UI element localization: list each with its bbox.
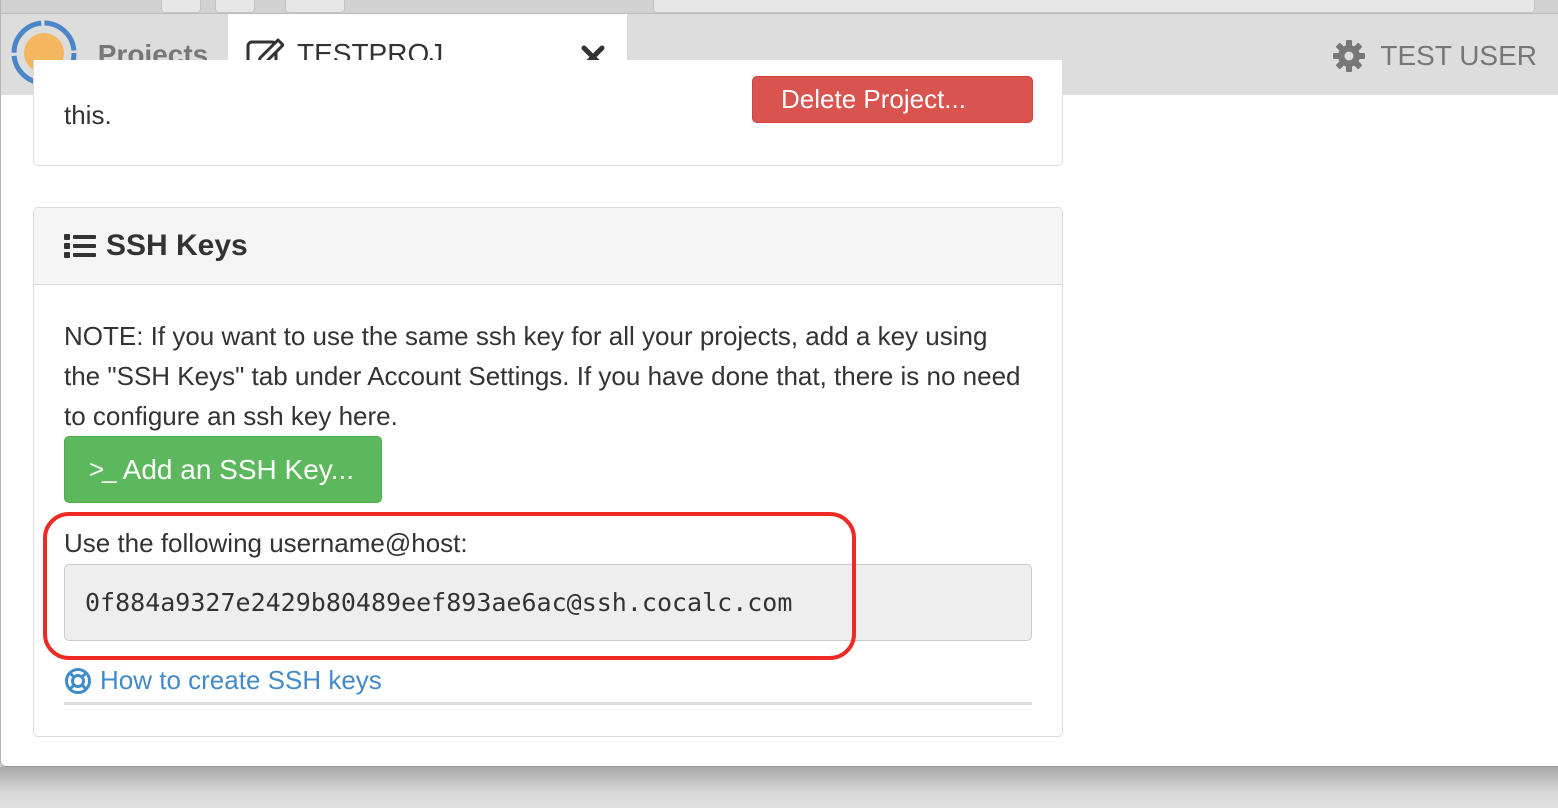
divider (64, 702, 1032, 705)
user-name: TEST USER (1380, 40, 1537, 71)
toolbar-control[interactable] (285, 0, 345, 13)
list-icon (64, 234, 96, 258)
delete-project-button[interactable]: Delete Project... (752, 76, 1033, 123)
add-ssh-key-button[interactable]: >_ Add an SSH Key... (64, 436, 382, 503)
address-field[interactable] (653, 0, 1535, 13)
panel-heading: SSH Keys (34, 208, 1062, 285)
project-control-panel: Delete Project... this. (33, 60, 1063, 166)
username-host-field[interactable]: 0f884a9327e2429b80489eef893ae6ac@ssh.coc… (64, 564, 1032, 641)
ssh-help-link[interactable]: How to create SSH keys (64, 665, 382, 696)
toolbar-control[interactable] (161, 0, 201, 13)
panel-text: this. (64, 100, 112, 130)
gear-icon (1333, 40, 1366, 72)
ssh-keys-panel: SSH Keys NOTE: If you want to use the sa… (33, 207, 1063, 737)
app-window: Projects TESTPROJ TEST USER Delete Proje… (0, 0, 1558, 767)
ssh-note: NOTE: If you want to use the same ssh ke… (64, 321, 1021, 431)
username-host-value: 0f884a9327e2429b80489eef893ae6ac@ssh.coc… (85, 588, 793, 617)
delete-project-label: Delete Project... (781, 84, 966, 114)
add-ssh-key-label: Add an SSH Key... (122, 453, 355, 485)
panel-title: SSH Keys (106, 229, 248, 262)
terminal-icon: >_ (89, 454, 117, 484)
ssh-help-label: How to create SSH keys (100, 665, 382, 695)
window-shadow (0, 767, 1558, 808)
toolbar-control[interactable] (215, 0, 255, 13)
browser-top-strip (1, 0, 1558, 14)
host-label: Use the following username@host: (64, 528, 468, 558)
life-ring-icon (65, 667, 91, 694)
account-menu[interactable]: TEST USER (1332, 36, 1537, 76)
